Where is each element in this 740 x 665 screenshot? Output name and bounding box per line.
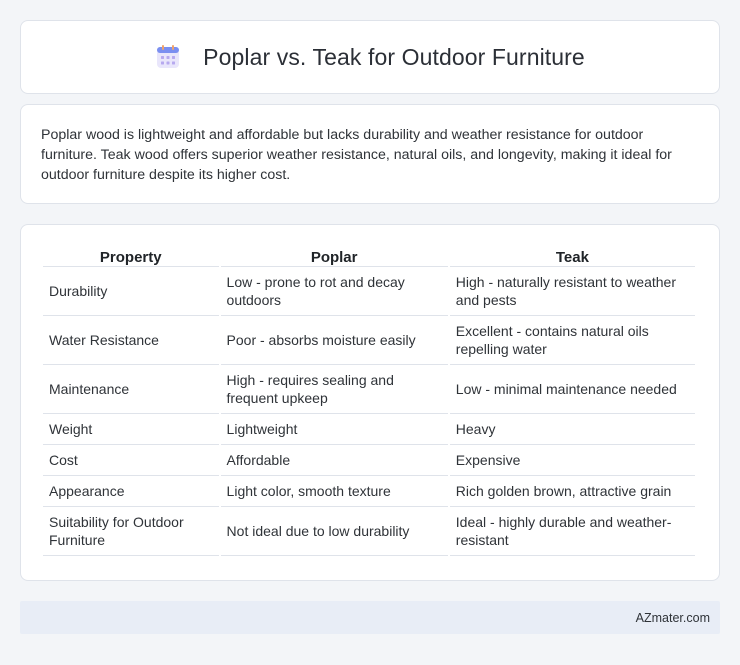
comparison-table: Property Poplar Teak Durability Low - pr…	[41, 245, 697, 556]
table-row: Durability Low - prone to rot and decay …	[43, 267, 695, 316]
poplar-cell: Low - prone to rot and decay outdoors	[220, 267, 448, 316]
poplar-cell: Not ideal due to low durability	[220, 507, 448, 556]
poplar-cell: High - requires sealing and frequent upk…	[220, 365, 448, 414]
title-group: Poplar vs. Teak for Outdoor Furniture	[155, 44, 585, 71]
poplar-cell: Lightweight	[220, 414, 448, 445]
poplar-cell: Light color, smooth texture	[220, 476, 448, 507]
table-row: Suitability for Outdoor Furniture Not id…	[43, 507, 695, 556]
property-cell: Appearance	[43, 476, 219, 507]
teak-cell: Ideal - highly durable and weather-resis…	[449, 507, 695, 556]
poplar-cell: Poor - absorbs moisture easily	[220, 316, 448, 365]
table-row: Weight Lightweight Heavy	[43, 414, 695, 445]
table-row: Maintenance High - requires sealing and …	[43, 365, 695, 414]
page-title: Poplar vs. Teak for Outdoor Furniture	[203, 43, 585, 70]
footer-brand[interactable]: AZmater.com	[636, 611, 710, 625]
teak-cell: Excellent - contains natural oils repell…	[449, 316, 695, 365]
calendar-icon	[157, 45, 180, 68]
column-header-teak: Teak	[449, 245, 695, 267]
table-row: Cost Affordable Expensive	[43, 445, 695, 476]
table-header-row: Property Poplar Teak	[43, 245, 695, 267]
property-cell: Cost	[43, 445, 219, 476]
description-text: Poplar wood is lightweight and affordabl…	[41, 127, 672, 183]
comparison-card: Property Poplar Teak Durability Low - pr…	[20, 224, 720, 581]
table-row: Water Resistance Poor - absorbs moisture…	[43, 316, 695, 365]
teak-cell: Rich golden brown, attractive grain	[449, 476, 695, 507]
teak-cell: High - naturally resistant to weather an…	[449, 267, 695, 316]
property-cell: Weight	[43, 414, 219, 445]
property-cell: Durability	[43, 267, 219, 316]
property-cell: Suitability for Outdoor Furniture	[43, 507, 219, 556]
teak-cell: Heavy	[449, 414, 695, 445]
table-row: Appearance Light color, smooth texture R…	[43, 476, 695, 507]
footer-bar: AZmater.com	[20, 601, 720, 634]
property-cell: Water Resistance	[43, 316, 219, 365]
poplar-cell: Affordable	[220, 445, 448, 476]
column-header-property: Property	[43, 245, 219, 267]
property-cell: Maintenance	[43, 365, 219, 414]
column-header-poplar: Poplar	[220, 245, 448, 267]
description-card: Poplar wood is lightweight and affordabl…	[20, 104, 720, 204]
title-card: Poplar vs. Teak for Outdoor Furniture	[20, 20, 720, 94]
teak-cell: Expensive	[449, 445, 695, 476]
teak-cell: Low - minimal maintenance needed	[449, 365, 695, 414]
